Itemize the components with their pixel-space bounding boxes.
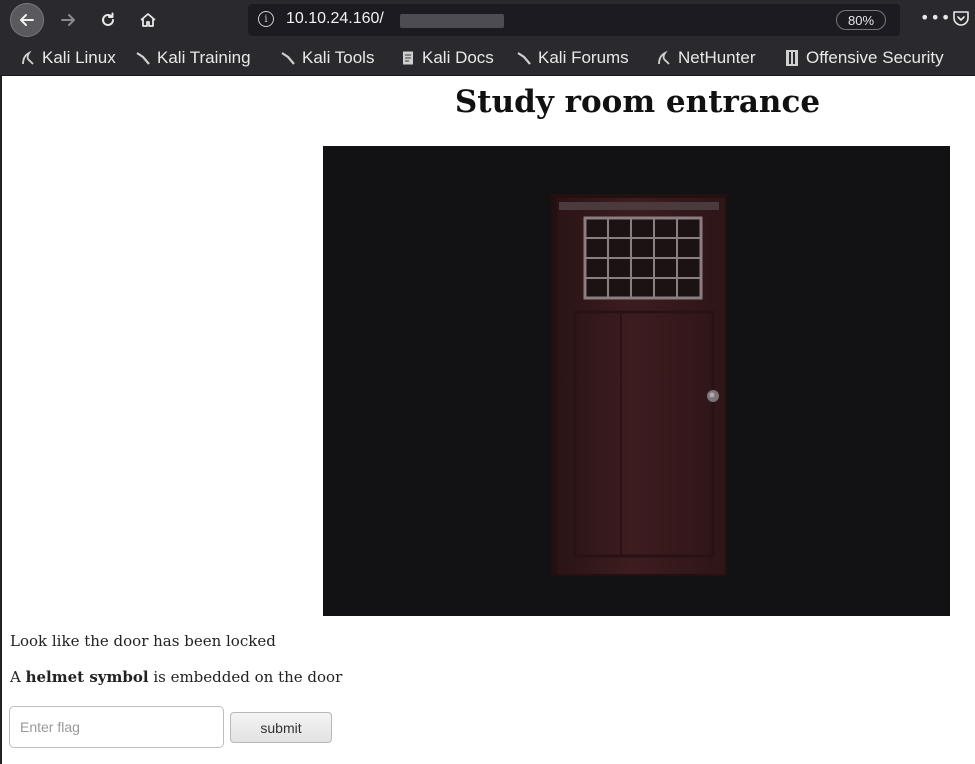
address-bar[interactable]: i 10.10.24.160/ 80% bbox=[248, 4, 900, 36]
bookmark-kali-docs[interactable]: Kali Docs bbox=[400, 48, 494, 68]
browser-toolbar: i 10.10.24.160/ 80% ••• bbox=[0, 0, 975, 40]
pocket-icon[interactable] bbox=[952, 9, 970, 27]
kali-dragon-icon bbox=[281, 52, 295, 65]
bookmark-kali-linux[interactable]: Kali Linux bbox=[20, 48, 116, 68]
bookmark-kali-forums[interactable]: Kali Forums bbox=[516, 48, 629, 68]
bookmark-offensive-security[interactable]: Offensive Security bbox=[784, 48, 944, 68]
page-actions-menu-button[interactable]: ••• bbox=[920, 8, 951, 27]
door-image bbox=[323, 146, 950, 616]
page-title: Study room entrance bbox=[454, 84, 821, 120]
flag-input[interactable] bbox=[9, 706, 224, 748]
home-icon bbox=[140, 13, 156, 27]
kali-dragon-icon bbox=[136, 52, 150, 65]
url-text[interactable]: 10.10.24.160/ bbox=[286, 10, 384, 28]
locked-message: Look like the door has been locked bbox=[10, 632, 276, 650]
back-button[interactable] bbox=[10, 3, 44, 37]
kali-dragon-icon bbox=[658, 50, 670, 65]
bookmark-label: Kali Forums bbox=[538, 48, 629, 67]
info-icon[interactable]: i bbox=[258, 11, 274, 27]
bookmarks-toolbar: Kali Linux Kali Training Kali Tools Kali… bbox=[0, 40, 975, 76]
hint-message: A helmet symbol is embedded on the door bbox=[10, 668, 342, 686]
kali-dragon-icon bbox=[22, 50, 34, 65]
redacted-url-path bbox=[400, 14, 504, 28]
submit-button[interactable]: submit bbox=[230, 712, 332, 743]
bookmark-kali-training[interactable]: Kali Training bbox=[135, 48, 251, 68]
bookmark-label: NetHunter bbox=[678, 48, 756, 67]
zoom-level-badge[interactable]: 80% bbox=[836, 10, 886, 30]
bookmark-label: Kali Tools bbox=[302, 48, 375, 67]
bookmark-label: Kali Docs bbox=[422, 48, 494, 67]
kali-dragon-icon bbox=[517, 52, 531, 65]
reload-button[interactable] bbox=[94, 6, 122, 34]
offsec-icon bbox=[786, 50, 798, 66]
bookmark-nethunter[interactable]: NetHunter bbox=[656, 48, 755, 68]
hint-emphasis: helmet symbol bbox=[25, 668, 149, 686]
reload-icon bbox=[102, 12, 114, 26]
bookmark-kali-tools[interactable]: Kali Tools bbox=[280, 48, 374, 68]
hint-prefix: A bbox=[10, 668, 26, 686]
bookmark-label: Offensive Security bbox=[806, 48, 944, 67]
document-icon bbox=[403, 51, 413, 65]
hint-suffix: is embedded on the door bbox=[148, 668, 343, 686]
forward-button[interactable] bbox=[54, 6, 82, 34]
arrow-left-icon bbox=[20, 14, 34, 26]
arrow-right-icon bbox=[61, 14, 75, 26]
home-button[interactable] bbox=[134, 6, 162, 34]
bookmark-label: Kali Linux bbox=[42, 48, 116, 67]
bookmark-label: Kali Training bbox=[157, 48, 251, 67]
